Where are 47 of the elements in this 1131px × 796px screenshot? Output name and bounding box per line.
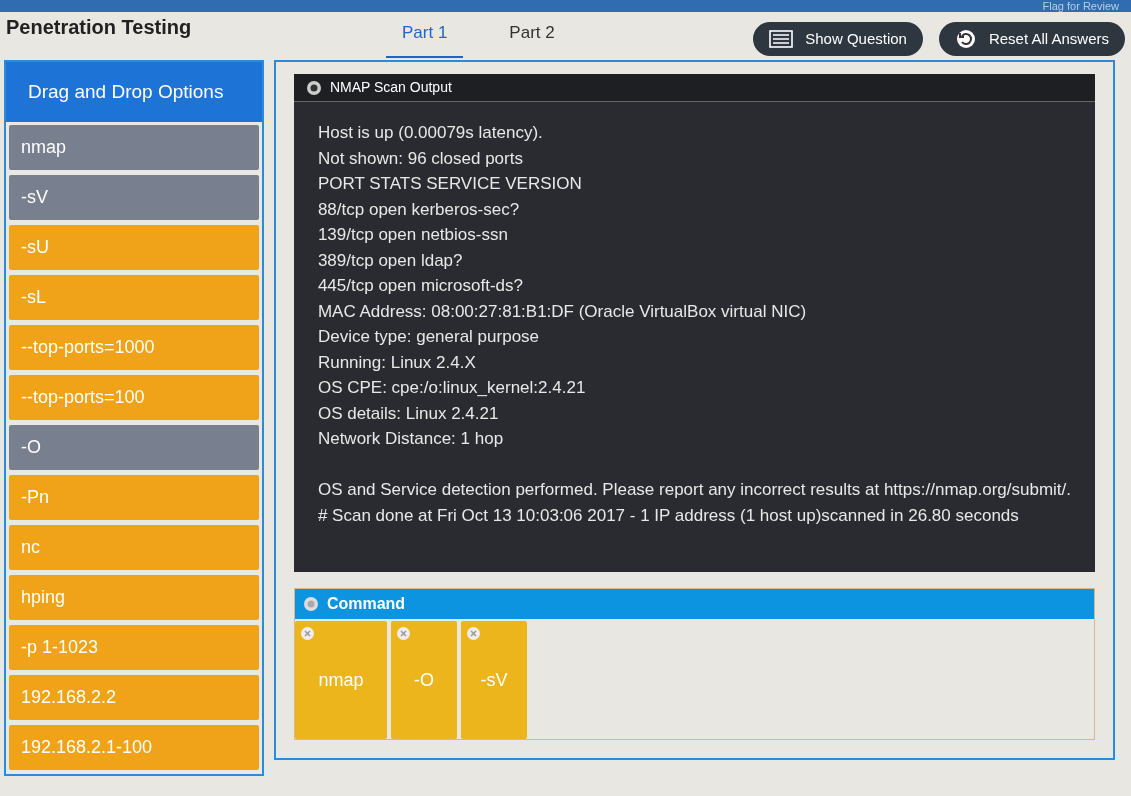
reset-button[interactable]: Reset All Answers <box>938 22 1125 56</box>
command-token[interactable]: -sV <box>460 621 527 739</box>
output-line: OS and Service detection performed. Please report any incorrect results at https://nmap.org/submit/. <box>317 479 1071 501</box>
output-line: Running: Linux 2.4.X <box>317 351 477 374</box>
undo-icon <box>954 28 977 50</box>
drag-option[interactable]: --top-ports=100 <box>9 375 259 420</box>
panel-title: NMAP Scan Output <box>329 78 452 97</box>
radio-icon <box>305 79 322 96</box>
output-line: Not shown: 96 closed ports <box>317 147 524 170</box>
output-line: OS details: Linux 2.4.21 <box>317 402 500 425</box>
drag-option[interactable]: -sU <box>9 225 259 270</box>
drag-option[interactable]: -sV <box>9 175 259 220</box>
remove-icon[interactable] <box>466 627 480 640</box>
command-token[interactable]: nmap <box>294 621 387 739</box>
command-token[interactable]: -O <box>390 621 457 739</box>
output-line: 88/tcp open kerberos-sec? <box>317 198 521 221</box>
list-icon <box>769 30 794 48</box>
output-line: Device type: general purpose <box>317 326 541 348</box>
app-title: Penetration Testing <box>6 15 193 40</box>
drag-option[interactable]: -sL <box>9 275 259 320</box>
drag-option[interactable]: 192.168.2.2 <box>9 675 259 720</box>
radio-icon <box>302 596 319 612</box>
tab[interactable]: Part 1 <box>386 20 464 58</box>
output-line: 445/tcp open microsoft-ds? <box>317 275 524 297</box>
output-line: MAC Address: 08:00:27:81:B1:DF (Oracle VirtualBox virtual NIC) <box>317 300 808 323</box>
panel-title: Command <box>326 594 406 614</box>
output-line: 389/tcp open ldap? <box>317 249 464 272</box>
drag-option[interactable]: --top-ports=1000 <box>9 325 259 370</box>
output-line: 139/tcp open netbios-ssn <box>317 224 509 246</box>
drag-option[interactable]: nc <box>9 525 259 570</box>
output-line: PORT STATS SERVICE VERSION <box>317 173 583 195</box>
output-line: Host is up (0.00079s latency). <box>317 122 544 144</box>
remove-icon[interactable] <box>396 627 410 640</box>
tab[interactable]: Part 2 <box>493 20 571 58</box>
remove-icon[interactable] <box>300 627 314 640</box>
drag-option[interactable]: 192.168.2.1-100 <box>9 725 259 770</box>
flag-for-review-label[interactable]: Flag for Review <box>1042 0 1119 12</box>
drag-option[interactable]: -p 1-1023 <box>9 625 259 670</box>
output-line: Network Distance: 1 hop <box>317 428 505 450</box>
output-line: # Scan done at Fri Oct 13 10:03:06 2017 - 1 IP address (1 host up)scanned in 26.80 seconds <box>317 504 1020 527</box>
panel-header: Drag and Drop Options <box>6 62 262 122</box>
drag-option[interactable]: -O <box>9 425 259 470</box>
drag-option[interactable]: -Pn <box>9 475 259 520</box>
show-question-button[interactable]: Show Question <box>753 22 923 56</box>
drag-option[interactable]: hping <box>9 575 259 620</box>
drag-option[interactable]: nmap <box>9 125 259 170</box>
output-line: OS CPE: cpe:/o:linux_kernel:2.4.21 <box>317 377 587 399</box>
